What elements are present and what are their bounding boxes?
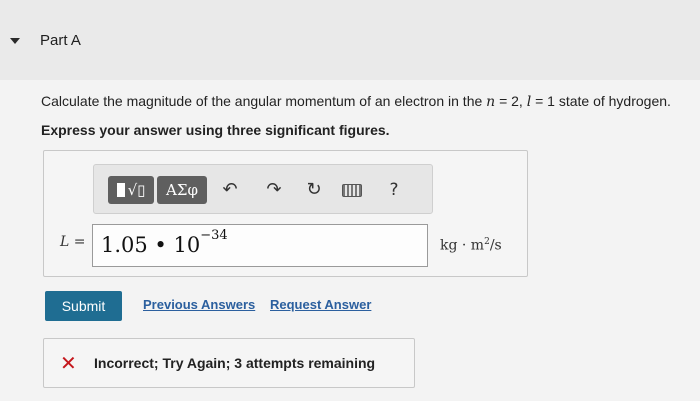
- keyboard-icon[interactable]: [340, 178, 364, 202]
- help-button[interactable]: ?: [382, 178, 406, 202]
- undo-icon[interactable]: ↶: [218, 178, 242, 202]
- feedback-box: ✕ Incorrect; Try Again; 3 attempts remai…: [43, 338, 415, 388]
- instruction-text: Express your answer using three signific…: [41, 122, 390, 138]
- redo-icon[interactable]: ↷: [262, 178, 286, 202]
- incorrect-x-icon: ✕: [60, 351, 77, 375]
- feedback-message: Incorrect; Try Again; 3 attempts remaini…: [94, 355, 376, 371]
- reset-icon[interactable]: ↻: [302, 178, 326, 202]
- answer-input[interactable]: 1.05 • 10−34: [92, 224, 428, 267]
- answer-units: kg · m2/s: [440, 237, 502, 254]
- part-header[interactable]: Part A: [0, 0, 700, 80]
- answer-variable-label: L =: [60, 234, 86, 250]
- question-text: Calculate the magnitude of the angular m…: [41, 93, 671, 110]
- greek-symbols-button[interactable]: ΑΣφ: [157, 176, 207, 204]
- submit-button[interactable]: Submit: [45, 291, 122, 321]
- math-toolbar: √▯ ΑΣφ ↶ ↷ ↻ ?: [93, 164, 433, 214]
- part-title: Part A: [40, 32, 81, 49]
- previous-answers-link[interactable]: Previous Answers: [143, 297, 255, 312]
- answer-box: √▯ ΑΣφ ↶ ↷ ↻ ? L = 1.05 • 10−34 kg · m2/…: [43, 150, 528, 277]
- template-square-icon: [116, 183, 125, 197]
- collapse-caret-icon[interactable]: [10, 38, 20, 44]
- request-answer-link[interactable]: Request Answer: [270, 297, 371, 312]
- templates-button[interactable]: √▯: [108, 176, 154, 204]
- n-variable: n: [486, 94, 496, 110]
